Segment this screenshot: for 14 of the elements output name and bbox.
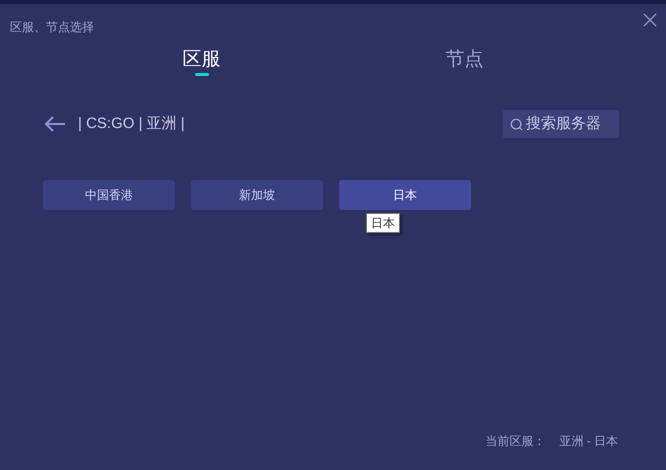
status-value: 亚洲 - 日本 (559, 433, 618, 450)
server-button[interactable]: 中国香港 (43, 180, 175, 210)
tab[interactable]: 区服 (182, 48, 220, 76)
search-icon (510, 116, 523, 132)
breadcrumb: | CS:GO | 亚洲 | (78, 114, 185, 134)
tab[interactable]: 节点 (446, 48, 484, 76)
back-arrow-icon[interactable] (44, 115, 66, 133)
status-label: 当前区服： (485, 433, 546, 450)
tooltip: 日本 (366, 213, 400, 233)
server-button[interactable]: 新加坡 (191, 180, 323, 210)
server-button[interactable]: 日本 (339, 180, 471, 210)
window-title: 区服、节点选择 (10, 19, 94, 36)
close-icon[interactable] (642, 12, 658, 28)
search-field[interactable]: 搜索服务器 (503, 110, 619, 138)
